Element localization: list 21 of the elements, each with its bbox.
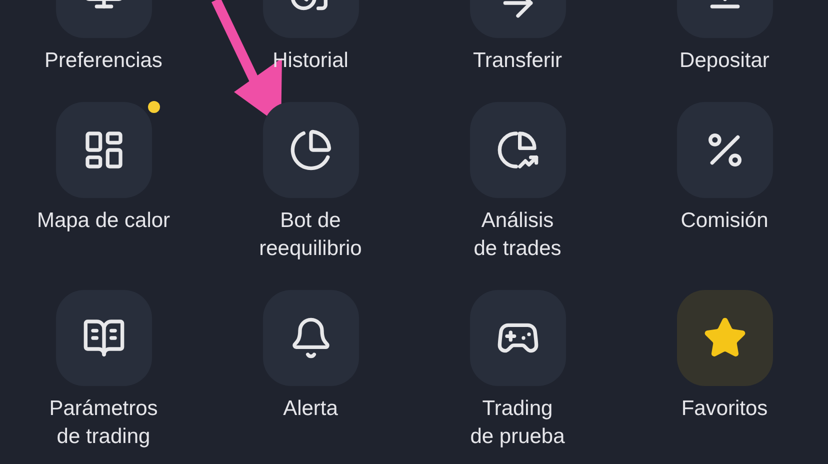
- shortcut-label: Depositar: [680, 48, 770, 74]
- shortcut-label: Alerta: [283, 396, 338, 422]
- shortcut-button[interactable]: [676, 102, 772, 198]
- shortcut-label: Análisis de trades: [474, 208, 562, 262]
- shortcut-label: Preferencias: [44, 48, 162, 74]
- shortcut-label: Bot de reequilibrio: [259, 208, 362, 262]
- shortcut-label: Trading de prueba: [470, 396, 565, 450]
- shortcut-button[interactable]: [470, 290, 566, 386]
- shortcut-button[interactable]: [262, 290, 358, 386]
- shortcut-button[interactable]: [262, 102, 358, 198]
- shortcut-button[interactable]: [470, 102, 566, 198]
- shortcut-label: Parámetros de trading: [49, 396, 158, 450]
- shortcut-label: Mapa de calor: [36, 208, 170, 234]
- pie-chart-icon: [288, 128, 332, 172]
- shortcut-label: Favoritos: [681, 396, 768, 422]
- shortcut-label: Transferir: [472, 48, 562, 74]
- shortcut-label: Historial: [272, 48, 348, 74]
- shortcut-button[interactable]: [56, 290, 152, 386]
- shortcut-button[interactable]: [676, 290, 772, 386]
- shortcut-label: Comisión: [680, 208, 768, 234]
- shortcut-button[interactable]: [56, 102, 152, 198]
